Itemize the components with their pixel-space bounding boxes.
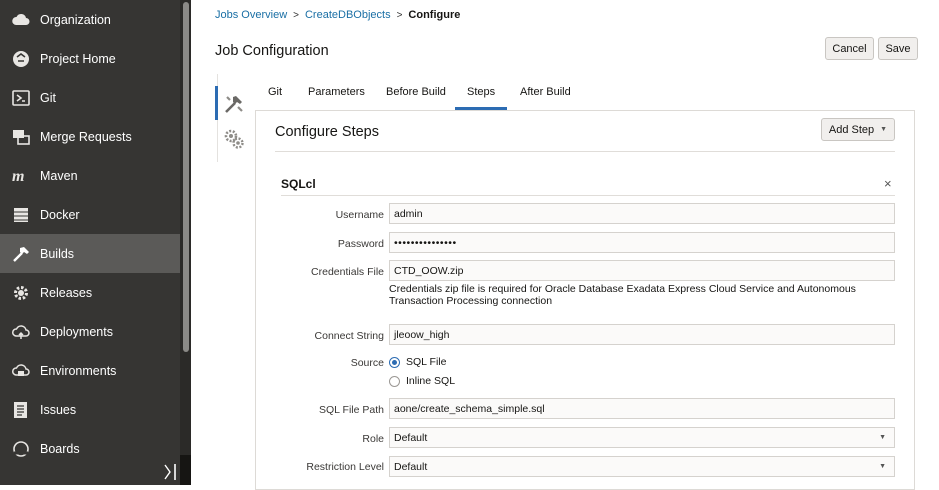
project-home-icon — [11, 49, 31, 69]
close-icon[interactable]: × — [884, 176, 892, 191]
credentials-help-text: Credentials zip file is required for Ora… — [389, 283, 856, 307]
sidebar-item-label: Docker — [40, 207, 80, 222]
page-title: Job Configuration — [215, 43, 329, 59]
deployments-cloud-icon — [11, 322, 31, 342]
sidebar-item-maven[interactable]: m Maven — [0, 156, 180, 195]
password-label: Password — [337, 238, 384, 250]
breadcrumb-jobs-overview[interactable]: Jobs Overview — [215, 9, 287, 21]
radio-checked-icon — [389, 356, 400, 368]
vertical-tab-active-indicator — [215, 86, 218, 120]
restriction-level-label: Restriction Level — [306, 461, 384, 473]
connect-string-label: Connect String — [314, 330, 384, 342]
cloud-icon — [11, 10, 31, 30]
environments-icon — [11, 361, 31, 381]
boards-icon — [11, 439, 31, 459]
sidebar-item-label: Git — [40, 90, 56, 105]
sidebar-item-merge-requests[interactable]: Merge Requests — [0, 117, 180, 156]
issues-icon — [11, 400, 31, 420]
sidebar-item-docker[interactable]: Docker — [0, 195, 180, 234]
add-step-button[interactable]: Add Step ▼ — [821, 118, 895, 141]
sidebar-item-label: Environments — [40, 363, 117, 378]
sidebar-item-label: Merge Requests — [40, 129, 132, 144]
tab-steps[interactable]: Steps — [454, 86, 508, 110]
sidebar-item-label: Maven — [40, 168, 78, 183]
cancel-button[interactable]: Cancel — [825, 37, 874, 60]
sidebar-item-boards[interactable]: Boards — [0, 429, 180, 468]
credentials-file-label: Credentials File — [311, 266, 384, 278]
role-value: Default — [394, 431, 428, 444]
panel-title: Configure Steps — [275, 124, 379, 140]
sidebar-item-label: Builds — [40, 246, 75, 261]
radio-label: SQL File — [406, 356, 447, 368]
tab-parameters[interactable]: Parameters — [308, 86, 365, 98]
step-divider — [281, 195, 895, 196]
credentials-file-field[interactable]: CTD_OOW.zip — [389, 260, 895, 281]
role-label: Role — [362, 433, 384, 445]
breadcrumb-separator: > — [396, 9, 403, 21]
sql-file-path-field[interactable]: aone/create_schema_simple.sql — [389, 398, 895, 419]
sidebar-item-builds[interactable]: Builds — [0, 234, 180, 273]
sidebar-item-issues[interactable]: Issues — [0, 390, 180, 429]
source-label: Source — [350, 357, 384, 369]
add-step-label: Add Step — [828, 123, 875, 136]
sql-file-path-label: SQL File Path — [319, 404, 384, 416]
username-field[interactable]: admin — [389, 203, 895, 224]
sidebar-item-label: Issues — [40, 402, 77, 417]
breadcrumb-separator: > — [293, 9, 299, 21]
save-button[interactable]: Save — [878, 37, 918, 60]
connect-string-field[interactable]: jleoow_high — [389, 324, 895, 345]
sidebar-item-label: Deployments — [40, 324, 113, 339]
tools-icon[interactable] — [222, 92, 246, 116]
step-title: SQLcl — [281, 177, 316, 191]
sidebar-item-project-home[interactable]: Project Home — [0, 39, 180, 78]
restriction-level-select[interactable]: Default ▼ — [389, 456, 895, 477]
sidebar-item-releases[interactable]: Releases — [0, 273, 180, 312]
sidebar-item-environments[interactable]: Environments — [0, 351, 180, 390]
radio-unchecked-icon — [389, 375, 400, 387]
role-select[interactable]: Default ▼ — [389, 427, 895, 448]
chevron-down-icon: ▼ — [880, 126, 888, 133]
builds-hammer-icon — [11, 244, 31, 264]
restriction-level-value: Default — [394, 460, 428, 473]
merge-requests-icon — [11, 127, 31, 147]
panel-divider — [275, 151, 895, 152]
sidebar-item-git[interactable]: Git — [0, 78, 180, 117]
docker-icon — [11, 205, 31, 225]
sidebar-item-deployments[interactable]: Deployments — [0, 312, 180, 351]
maven-icon: m — [11, 166, 31, 186]
sidebar-scrollbar[interactable] — [183, 2, 189, 352]
breadcrumb-current: Configure — [408, 9, 461, 21]
source-radio-sql-file[interactable]: SQL File — [389, 356, 446, 368]
username-label: Username — [335, 209, 384, 221]
tab-after-build[interactable]: After Build — [520, 86, 571, 98]
releases-gear-icon — [11, 283, 31, 303]
tab-git[interactable]: Git — [268, 86, 282, 98]
password-field[interactable]: ••••••••••••••• — [389, 232, 895, 253]
sidebar-item-label: Project Home — [40, 51, 116, 66]
chevron-down-icon: ▼ — [879, 463, 886, 470]
sidebar-nav: Organization Project Home Git Merge Requ… — [0, 0, 180, 485]
sidebar-item-organization[interactable]: Organization — [0, 0, 180, 39]
tab-before-build[interactable]: Before Build — [386, 86, 446, 98]
sidebar-item-label: Organization — [40, 12, 111, 27]
sidebar-item-label: Releases — [40, 285, 93, 300]
chevron-down-icon: ▼ — [879, 434, 886, 441]
collapse-sidebar-icon[interactable] — [163, 463, 179, 481]
radio-label: Inline SQL — [406, 375, 456, 387]
breadcrumb: Jobs Overview > CreateDBObjects > Config… — [215, 9, 460, 21]
git-icon — [11, 88, 31, 108]
sidebar-item-label: Boards — [40, 441, 80, 456]
gears-icon[interactable] — [222, 127, 246, 151]
source-radio-inline-sql[interactable]: Inline SQL — [389, 375, 455, 387]
breadcrumb-job[interactable]: CreateDBObjects — [305, 9, 391, 21]
svg-text:m: m — [12, 168, 24, 185]
